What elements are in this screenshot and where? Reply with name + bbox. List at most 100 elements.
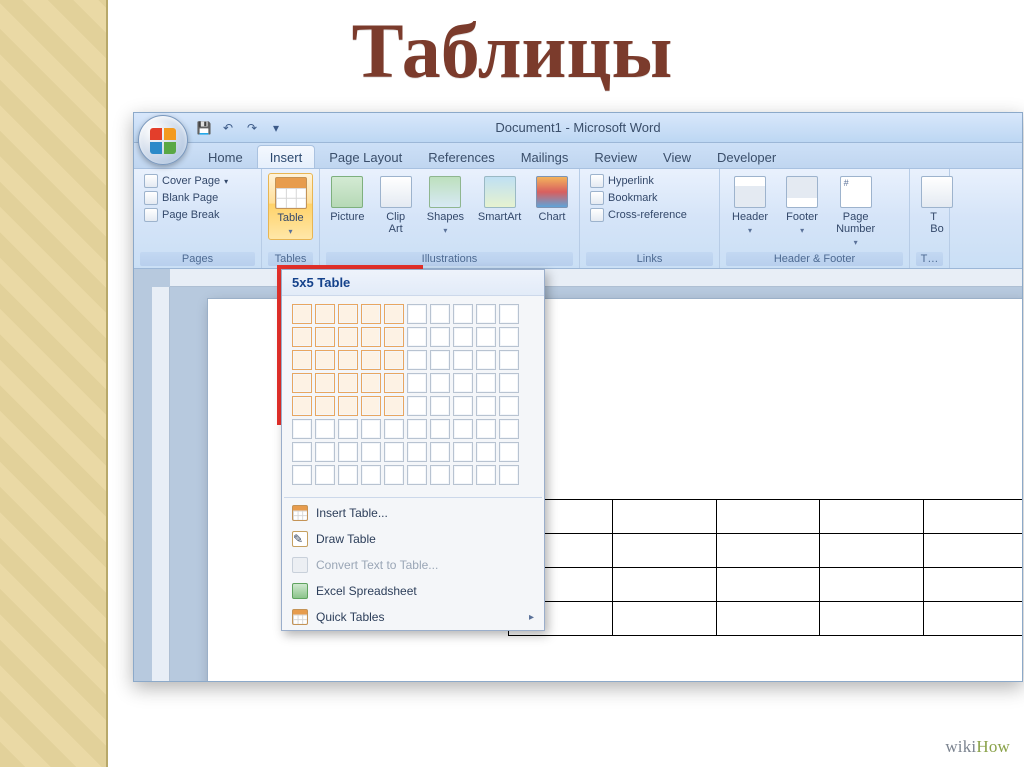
- table-grid-picker[interactable]: [282, 296, 544, 495]
- footer-button[interactable]: Footer: [780, 173, 824, 238]
- save-icon[interactable]: 💾: [196, 120, 212, 136]
- grid-cell[interactable]: [407, 442, 427, 462]
- tab-references[interactable]: References: [416, 146, 506, 168]
- grid-cell[interactable]: [315, 442, 335, 462]
- grid-cell[interactable]: [453, 465, 473, 485]
- grid-cell[interactable]: [338, 442, 358, 462]
- grid-cell[interactable]: [361, 465, 381, 485]
- grid-cell[interactable]: [361, 442, 381, 462]
- blank-page-button[interactable]: Blank Page: [140, 190, 232, 206]
- page-break-button[interactable]: Page Break: [140, 207, 232, 223]
- grid-cell[interactable]: [338, 373, 358, 393]
- smartart-button[interactable]: SmartArt: [474, 173, 525, 226]
- grid-cell[interactable]: [430, 442, 450, 462]
- grid-cell[interactable]: [292, 304, 312, 324]
- grid-cell[interactable]: [407, 373, 427, 393]
- grid-cell[interactable]: [499, 304, 519, 324]
- redo-icon[interactable]: ↷: [244, 120, 260, 136]
- tab-review[interactable]: Review: [582, 146, 649, 168]
- grid-cell[interactable]: [292, 465, 312, 485]
- grid-cell[interactable]: [338, 465, 358, 485]
- tab-mailings[interactable]: Mailings: [509, 146, 581, 168]
- grid-cell[interactable]: [476, 327, 496, 347]
- grid-cell[interactable]: [499, 419, 519, 439]
- grid-cell[interactable]: [338, 350, 358, 370]
- grid-cell[interactable]: [499, 373, 519, 393]
- tab-home[interactable]: Home: [196, 146, 255, 168]
- chart-button[interactable]: Chart: [531, 173, 573, 226]
- grid-cell[interactable]: [315, 465, 335, 485]
- grid-cell[interactable]: [453, 396, 473, 416]
- grid-cell[interactable]: [292, 419, 312, 439]
- grid-cell[interactable]: [315, 373, 335, 393]
- tab-insert[interactable]: Insert: [257, 145, 316, 168]
- grid-cell[interactable]: [315, 419, 335, 439]
- grid-cell[interactable]: [499, 465, 519, 485]
- grid-cell[interactable]: [292, 373, 312, 393]
- grid-cell[interactable]: [361, 350, 381, 370]
- grid-cell[interactable]: [384, 442, 404, 462]
- grid-cell[interactable]: [453, 442, 473, 462]
- grid-cell[interactable]: [499, 442, 519, 462]
- grid-cell[interactable]: [499, 350, 519, 370]
- grid-cell[interactable]: [407, 396, 427, 416]
- grid-cell[interactable]: [315, 304, 335, 324]
- grid-cell[interactable]: [453, 419, 473, 439]
- grid-cell[interactable]: [476, 419, 496, 439]
- grid-cell[interactable]: [499, 327, 519, 347]
- draw-table-menu-item[interactable]: ✎ Draw Table: [282, 526, 544, 552]
- grid-cell[interactable]: [338, 396, 358, 416]
- grid-cell[interactable]: [338, 419, 358, 439]
- grid-cell[interactable]: [430, 327, 450, 347]
- cross-reference-button[interactable]: Cross-reference: [586, 207, 691, 223]
- grid-cell[interactable]: [430, 396, 450, 416]
- grid-cell[interactable]: [361, 327, 381, 347]
- quick-tables-menu-item[interactable]: Quick Tables ▸: [282, 604, 544, 630]
- grid-cell[interactable]: [476, 304, 496, 324]
- grid-cell[interactable]: [315, 327, 335, 347]
- grid-cell[interactable]: [430, 350, 450, 370]
- page-number-button[interactable]: Page Number: [830, 173, 881, 250]
- clip-art-button[interactable]: Clip Art: [375, 173, 417, 238]
- grid-cell[interactable]: [453, 373, 473, 393]
- grid-cell[interactable]: [361, 304, 381, 324]
- text-box-button[interactable]: T Bo: [916, 173, 958, 238]
- grid-cell[interactable]: [476, 350, 496, 370]
- cover-page-button[interactable]: Cover Page ▾: [140, 173, 232, 189]
- grid-cell[interactable]: [384, 465, 404, 485]
- grid-cell[interactable]: [292, 396, 312, 416]
- grid-cell[interactable]: [407, 304, 427, 324]
- grid-cell[interactable]: [384, 350, 404, 370]
- tab-developer[interactable]: Developer: [705, 146, 788, 168]
- vertical-ruler[interactable]: [152, 287, 170, 681]
- grid-cell[interactable]: [430, 304, 450, 324]
- hyperlink-button[interactable]: Hyperlink: [586, 173, 691, 189]
- grid-cell[interactable]: [315, 396, 335, 416]
- grid-cell[interactable]: [315, 350, 335, 370]
- table-button[interactable]: Table: [268, 173, 313, 240]
- grid-cell[interactable]: [338, 304, 358, 324]
- grid-cell[interactable]: [430, 465, 450, 485]
- grid-cell[interactable]: [499, 396, 519, 416]
- grid-cell[interactable]: [361, 373, 381, 393]
- grid-cell[interactable]: [292, 350, 312, 370]
- grid-cell[interactable]: [476, 373, 496, 393]
- grid-cell[interactable]: [384, 373, 404, 393]
- grid-cell[interactable]: [361, 419, 381, 439]
- qat-customize-icon[interactable]: ▾: [268, 120, 284, 136]
- shapes-button[interactable]: Shapes: [423, 173, 468, 238]
- grid-cell[interactable]: [361, 396, 381, 416]
- header-button[interactable]: Header: [726, 173, 774, 238]
- grid-cell[interactable]: [453, 327, 473, 347]
- grid-cell[interactable]: [384, 419, 404, 439]
- grid-cell[interactable]: [338, 327, 358, 347]
- tab-page-layout[interactable]: Page Layout: [317, 146, 414, 168]
- grid-cell[interactable]: [453, 304, 473, 324]
- grid-cell[interactable]: [384, 327, 404, 347]
- bookmark-button[interactable]: Bookmark: [586, 190, 691, 206]
- grid-cell[interactable]: [476, 396, 496, 416]
- insert-table-menu-item[interactable]: Insert Table...: [282, 500, 544, 526]
- grid-cell[interactable]: [476, 465, 496, 485]
- undo-icon[interactable]: ↶: [220, 120, 236, 136]
- grid-cell[interactable]: [407, 327, 427, 347]
